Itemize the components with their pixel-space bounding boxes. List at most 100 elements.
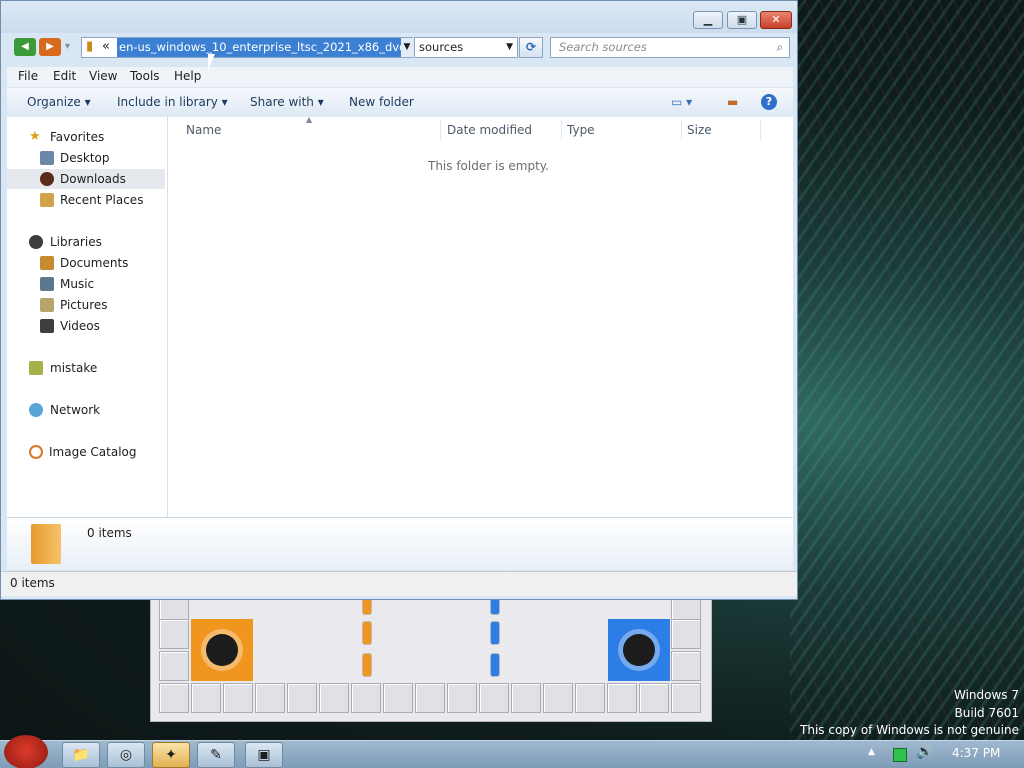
taskbar-explorer[interactable]: 📁 <box>62 742 100 768</box>
pictures-icon <box>40 298 54 312</box>
game-tile <box>287 683 317 713</box>
nav-homegroup[interactable]: mistake <box>7 358 165 378</box>
show-hidden-icons[interactable]: ▲ <box>868 747 875 757</box>
menu-tools[interactable]: Tools <box>130 69 160 83</box>
game-tile <box>671 619 701 649</box>
title-bar[interactable] <box>1 1 797 33</box>
taskbar-active-app[interactable]: ✦ <box>152 742 190 768</box>
game-tile <box>319 683 349 713</box>
column-date-modified[interactable]: Date modified <box>447 123 532 137</box>
back-button[interactable]: ◀ <box>14 38 36 56</box>
homegroup-icon <box>29 361 43 375</box>
maximize-button[interactable]: ▣ <box>727 11 757 29</box>
clock[interactable]: 4:37 PM <box>952 746 1000 760</box>
image-catalog-icon <box>29 445 43 459</box>
game-tile <box>255 683 285 713</box>
nav-recent-places-label: Recent Places <box>60 193 144 207</box>
column-divider[interactable] <box>681 120 682 140</box>
network-icon <box>29 403 43 417</box>
resize-grip-icon[interactable] <box>787 576 797 590</box>
column-name[interactable]: Name <box>186 123 221 137</box>
start-button[interactable] <box>4 735 48 768</box>
status-bar: 0 items <box>1 571 797 596</box>
menu-file[interactable]: File <box>18 69 38 83</box>
help-icon[interactable]: ? <box>761 94 777 110</box>
nav-documents[interactable]: Documents <box>7 253 165 273</box>
organize-button[interactable]: Organize ▾ <box>27 95 91 109</box>
nav-desktop-label: Desktop <box>60 151 110 165</box>
column-divider[interactable] <box>561 120 562 140</box>
column-size[interactable]: Size <box>687 123 712 137</box>
game-tile <box>223 683 253 713</box>
include-in-library-button[interactable]: Include in library ▾ <box>117 95 228 109</box>
nav-downloads[interactable]: Downloads <box>7 169 165 189</box>
chevron-down-icon[interactable]: ▼ <box>401 38 413 57</box>
desktop-icon <box>40 151 54 165</box>
downloads-icon <box>40 172 54 186</box>
preview-pane-icon[interactable]: ▬ <box>727 95 738 109</box>
orange-peg <box>362 653 372 677</box>
menu-view[interactable]: View <box>89 69 117 83</box>
explorer-window: ▁ ▣ ✕ ◀ ▶ ▾ ▮ « en-us_windows_10_enterpr… <box>0 0 798 600</box>
network-tray-icon[interactable] <box>893 748 907 762</box>
organize-label: Organize <box>27 95 81 109</box>
blue-block[interactable] <box>608 619 670 681</box>
taskbar-app[interactable]: ✎ <box>197 742 235 768</box>
nav-desktop[interactable]: Desktop <box>7 148 165 168</box>
nav-recent-places[interactable]: Recent Places <box>7 190 165 210</box>
refresh-button[interactable]: ⟳ <box>519 37 543 58</box>
star-icon: ★ <box>29 129 41 144</box>
include-label: Include in library <box>117 95 218 109</box>
nav-favorites[interactable]: ★ Favorites <box>7 127 165 147</box>
address-overflow[interactable]: « <box>102 39 110 54</box>
game-tile <box>447 683 477 713</box>
recent-pages-icon[interactable]: ▾ <box>65 41 70 52</box>
folder-icon: ▮ <box>86 39 94 54</box>
menu-help[interactable]: Help <box>174 69 201 83</box>
watermark-line-2: Build 7601 <box>954 706 1019 720</box>
game-tile <box>575 683 605 713</box>
game-tile <box>607 683 637 713</box>
game-tile <box>351 683 381 713</box>
share-with-button[interactable]: Share with ▾ <box>250 95 324 109</box>
music-icon <box>40 277 54 291</box>
game-tile <box>159 683 189 713</box>
file-list[interactable]: Name ▲ Date modified Type Size This fold… <box>168 115 793 517</box>
game-tile <box>671 651 701 681</box>
game-tile <box>159 651 189 681</box>
game-board[interactable] <box>150 596 712 722</box>
nav-libraries[interactable]: Libraries <box>7 232 165 252</box>
orange-block[interactable] <box>191 619 253 681</box>
minimize-button[interactable]: ▁ <box>693 11 723 29</box>
nav-libraries-label: Libraries <box>50 235 102 249</box>
nav-music[interactable]: Music <box>7 274 165 294</box>
column-type[interactable]: Type <box>567 123 595 137</box>
share-label: Share with <box>250 95 314 109</box>
blue-peg <box>490 653 500 677</box>
details-pane: 0 items <box>7 517 793 570</box>
nav-pictures[interactable]: Pictures <box>7 295 165 315</box>
new-folder-button[interactable]: New folder <box>349 95 414 109</box>
column-divider[interactable] <box>760 120 761 140</box>
nav-network[interactable]: Network <box>7 400 165 420</box>
search-icon[interactable]: ⌕ <box>777 38 783 57</box>
address-segment-path[interactable]: en-us_windows_10_enterprise_ltsc_2021_x8… <box>117 38 401 57</box>
libraries-icon <box>29 235 43 249</box>
forward-button[interactable]: ▶ <box>39 38 61 56</box>
chevron-down-icon[interactable]: ▼ <box>506 38 513 57</box>
taskbar-chrome[interactable]: ◎ <box>107 742 145 768</box>
nav-image-catalog[interactable]: Image Catalog <box>7 442 165 462</box>
nav-downloads-label: Downloads <box>60 172 126 186</box>
volume-icon[interactable]: 🔊 <box>916 744 933 760</box>
recent-places-icon <box>40 193 54 207</box>
close-button[interactable]: ✕ <box>760 11 792 29</box>
address-segment-current[interactable]: sources ▼ <box>414 37 518 58</box>
search-input[interactable]: Search sources ⌕ <box>550 37 790 58</box>
column-divider[interactable] <box>440 120 441 140</box>
blue-hole <box>623 634 655 666</box>
view-options-icon[interactable]: ▭ ▾ <box>671 95 692 109</box>
taskbar-game[interactable]: ▣ <box>245 742 283 768</box>
menu-edit[interactable]: Edit <box>53 69 76 83</box>
menu-bar: File Edit View Tools Help <box>7 67 793 87</box>
nav-videos[interactable]: Videos <box>7 316 165 336</box>
